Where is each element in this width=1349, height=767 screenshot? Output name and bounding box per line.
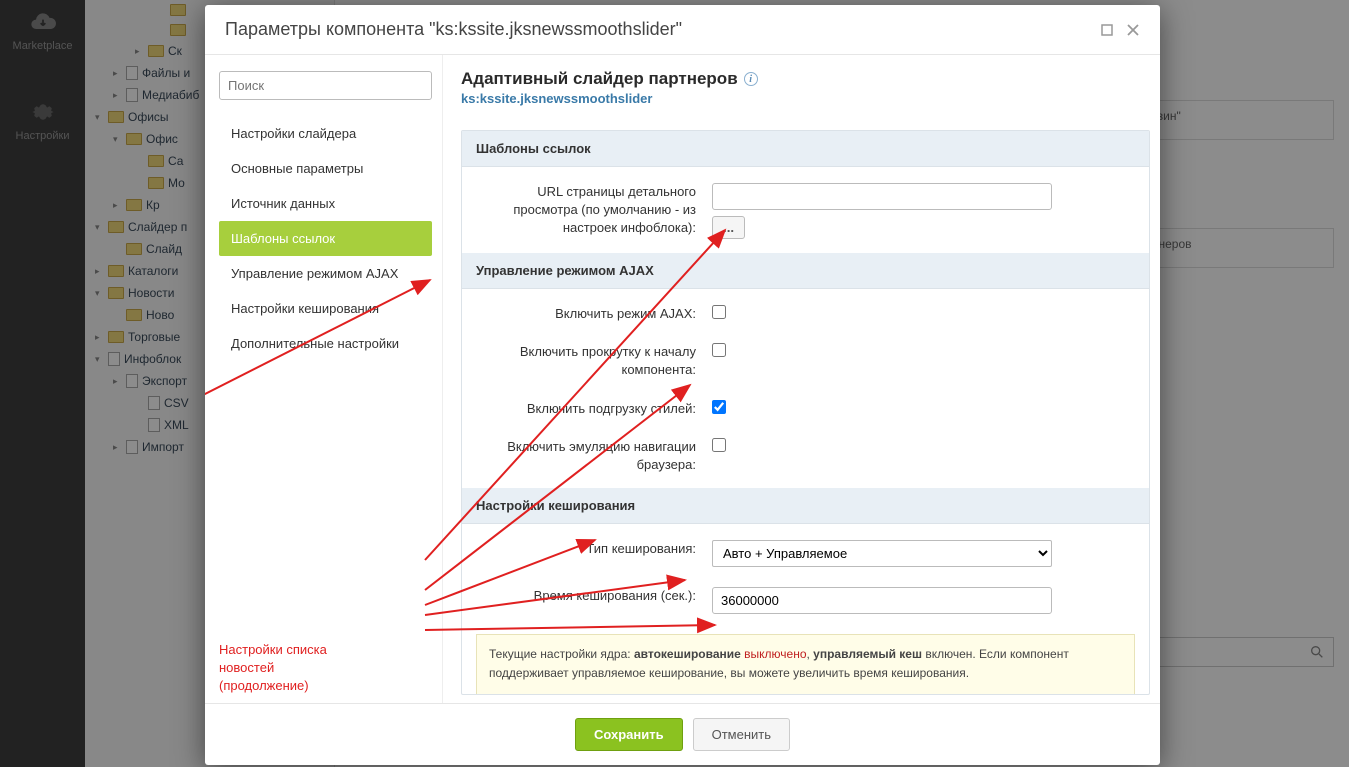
label-ajax-styles: Включить подгрузку стилей: [476,400,696,418]
label-detail-url: URL страницы детального просмотра (по ум… [476,183,696,238]
component-params-dialog: Параметры компонента "ks:kssite.jksnewss… [205,5,1160,765]
section-ajax: Управление режимом AJAX [462,253,1149,289]
browse-button[interactable]: ... [712,216,745,239]
maximize-icon[interactable] [1100,23,1114,37]
label-ajax-enable: Включить режим AJAX: [476,305,696,323]
dialog-header: Параметры компонента "ks:kssite.jksnewss… [205,5,1160,55]
nav-item-6[interactable]: Дополнительные настройки [219,326,432,361]
nav-item-3[interactable]: Шаблоны ссылок [219,221,432,256]
label-cache-type: Тип кеширования: [476,540,696,558]
label-cache-time: Время кеширования (сек.): [476,587,696,605]
label-ajax-nav: Включить эмуляцию навигации браузера: [476,438,696,474]
dialog-footer: Сохранить Отменить [205,703,1160,765]
checkbox-ajax-styles[interactable] [712,400,726,414]
component-code: ks:kssite.jksnewssmoothslider [461,91,1150,106]
cancel-button[interactable]: Отменить [693,718,790,751]
nav-list: Настройки слайдераОсновные параметрыИсто… [219,116,432,361]
checkbox-ajax-nav[interactable] [712,438,726,452]
nav-item-0[interactable]: Настройки слайдера [219,116,432,151]
info-icon[interactable]: i [744,72,758,86]
section-url-templates: Шаблоны ссылок [462,131,1149,167]
label-ajax-scroll: Включить прокрутку к началу компонента: [476,343,696,379]
nav-item-4[interactable]: Управление режимом AJAX [219,256,432,291]
cache-note: Текущие настройки ядра: автокеширование … [476,634,1135,694]
input-detail-url[interactable] [712,183,1052,210]
section-cache: Настройки кеширования [462,488,1149,524]
checkbox-ajax-enable[interactable] [712,305,726,319]
nav-panel: Настройки слайдераОсновные параметрыИсто… [205,55,443,703]
checkbox-ajax-scroll[interactable] [712,343,726,357]
search-input[interactable] [219,71,432,100]
component-title: Адаптивный слайдер партнеров i [461,69,1150,89]
select-cache-type[interactable]: Авто + Управляемое [712,540,1052,567]
input-cache-time[interactable] [712,587,1052,614]
nav-item-2[interactable]: Источник данных [219,186,432,221]
red-annotation: Настройки списка новостей (продолжение) [219,641,432,696]
nav-item-1[interactable]: Основные параметры [219,151,432,186]
close-icon[interactable] [1126,23,1140,37]
save-button[interactable]: Сохранить [575,718,683,751]
dialog-title: Параметры компонента "ks:kssite.jksnewss… [225,19,682,40]
content-panel: Адаптивный слайдер партнеров i ks:kssite… [443,55,1160,703]
nav-item-5[interactable]: Настройки кеширования [219,291,432,326]
params-scroll-area[interactable]: Шаблоны ссылок URL страницы детального п… [461,130,1150,695]
